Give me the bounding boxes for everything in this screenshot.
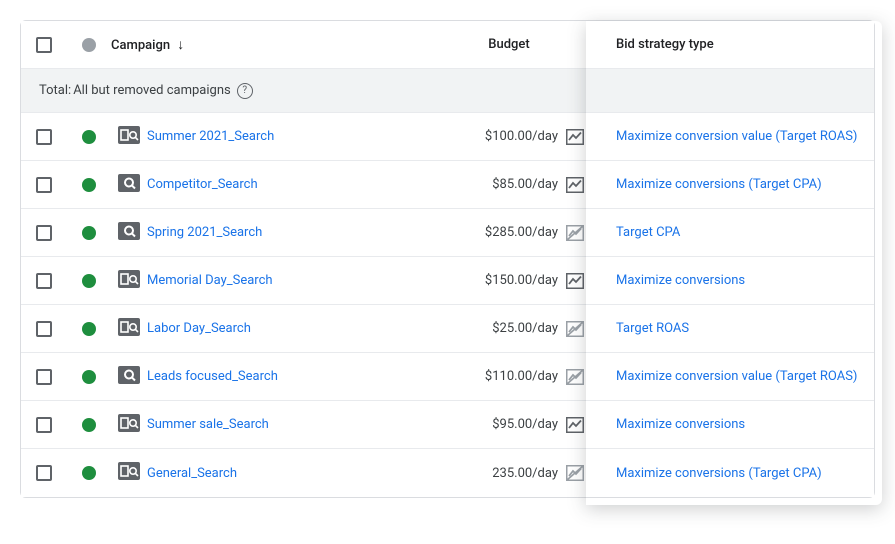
budget-value: $95.00/day [492, 417, 558, 432]
bid-strategy-link[interactable]: Maximize conversions [616, 273, 745, 288]
campaign-type-icon [118, 174, 140, 196]
campaign-type-icon [118, 462, 140, 484]
chart-disabled-icon[interactable] [566, 321, 584, 337]
bid-strategy-link[interactable]: Maximize conversions (Target CPA) [616, 466, 822, 481]
campaign-type-icon [118, 126, 140, 148]
row-checkbox[interactable] [36, 369, 52, 385]
budget-value: $85.00/day [492, 177, 558, 192]
table-row: Summer 2021_Search $100.00/day Maximize co… [21, 113, 874, 161]
table-row: Spring 2021_Search $285.00/day Target CPA [21, 209, 874, 257]
status-enabled-icon [82, 370, 96, 384]
budget-value: $110.00/day [485, 369, 558, 384]
status-filter-icon[interactable] [82, 38, 96, 52]
status-enabled-icon [82, 466, 96, 480]
chart-disabled-icon[interactable] [566, 465, 584, 481]
select-all-checkbox[interactable] [36, 37, 52, 53]
status-enabled-icon [82, 322, 96, 336]
table-header-row: Campaign ↓ Budget Bid strategy type [21, 21, 874, 69]
bid-strategy-link[interactable]: Maximize conversion value (Target ROAS) [616, 129, 857, 144]
table-row: Competitor_Search $85.00/day Maximize conv… [21, 161, 874, 209]
total-row-text: All but removed campaigns [73, 83, 231, 98]
budget-value: $25.00/day [492, 321, 558, 336]
budget-value: $150.00/day [485, 273, 558, 288]
campaign-name-link[interactable]: General_Search [147, 466, 237, 481]
status-enabled-icon [82, 130, 96, 144]
chart-icon[interactable] [566, 273, 584, 289]
column-header-campaign[interactable]: Campaign ↓ [111, 36, 434, 53]
table-row: Summer sale_Search $95.00/day Maximize con… [21, 401, 874, 449]
row-checkbox[interactable] [36, 225, 52, 241]
table-row: General_Search 235.00/day Maximize convers… [21, 449, 874, 497]
row-checkbox[interactable] [36, 321, 52, 337]
campaign-name-link[interactable]: Leads focused_Search [147, 369, 278, 384]
sort-descending-icon: ↓ [177, 37, 184, 53]
campaign-type-icon [118, 270, 140, 292]
table-row: Labor Day_Search $25.00/day Target ROAS [21, 305, 874, 353]
table-total-row: Total: All but removed campaigns ? [21, 69, 874, 113]
row-checkbox[interactable] [36, 417, 52, 433]
status-enabled-icon [82, 274, 96, 288]
budget-value: $100.00/day [485, 129, 558, 144]
row-checkbox[interactable] [36, 465, 52, 481]
campaigns-table: Campaign ↓ Budget Bid strategy type Tota… [20, 20, 875, 498]
bid-strategy-link[interactable]: Maximize conversions (Target CPA) [616, 177, 822, 192]
campaign-type-icon [118, 414, 140, 436]
status-enabled-icon [82, 178, 96, 192]
campaign-name-link[interactable]: Summer 2021_Search [147, 129, 274, 144]
campaign-name-link[interactable]: Competitor_Search [147, 177, 258, 192]
total-row-prefix: Total: [39, 83, 71, 98]
campaign-type-icon [118, 222, 140, 244]
campaign-name-link[interactable]: Summer sale_Search [147, 417, 269, 432]
campaign-name-link[interactable]: Spring 2021_Search [147, 225, 262, 240]
bid-strategy-link[interactable]: Target CPA [616, 225, 680, 240]
status-enabled-icon [82, 418, 96, 432]
column-header-budget[interactable]: Budget [488, 37, 529, 52]
campaign-type-icon [118, 318, 140, 340]
bid-strategy-link[interactable]: Target ROAS [616, 321, 689, 336]
row-checkbox[interactable] [36, 177, 52, 193]
chart-disabled-icon[interactable] [566, 369, 584, 385]
chart-disabled-icon[interactable] [566, 225, 584, 241]
help-icon[interactable]: ? [237, 83, 253, 99]
chart-icon[interactable] [566, 129, 584, 145]
chart-icon[interactable] [566, 417, 584, 433]
budget-value: 235.00/day [492, 466, 558, 481]
table-row: Memorial Day_Search $150.00/day Maximize c… [21, 257, 874, 305]
column-header-bid-strategy[interactable]: Bid strategy type [616, 37, 714, 52]
bid-strategy-link[interactable]: Maximize conversion value (Target ROAS) [616, 369, 857, 384]
campaign-type-icon [118, 366, 140, 388]
bid-strategy-link[interactable]: Maximize conversions [616, 417, 745, 432]
table-row: Leads focused_Search $110.00/day Maximize … [21, 353, 874, 401]
row-checkbox[interactable] [36, 129, 52, 145]
campaign-name-link[interactable]: Labor Day_Search [147, 321, 251, 336]
chart-icon[interactable] [566, 177, 584, 193]
column-header-campaign-label: Campaign [111, 38, 170, 53]
row-checkbox[interactable] [36, 273, 52, 289]
campaign-name-link[interactable]: Memorial Day_Search [147, 273, 273, 288]
budget-value: $285.00/day [485, 225, 558, 240]
status-enabled-icon [82, 226, 96, 240]
